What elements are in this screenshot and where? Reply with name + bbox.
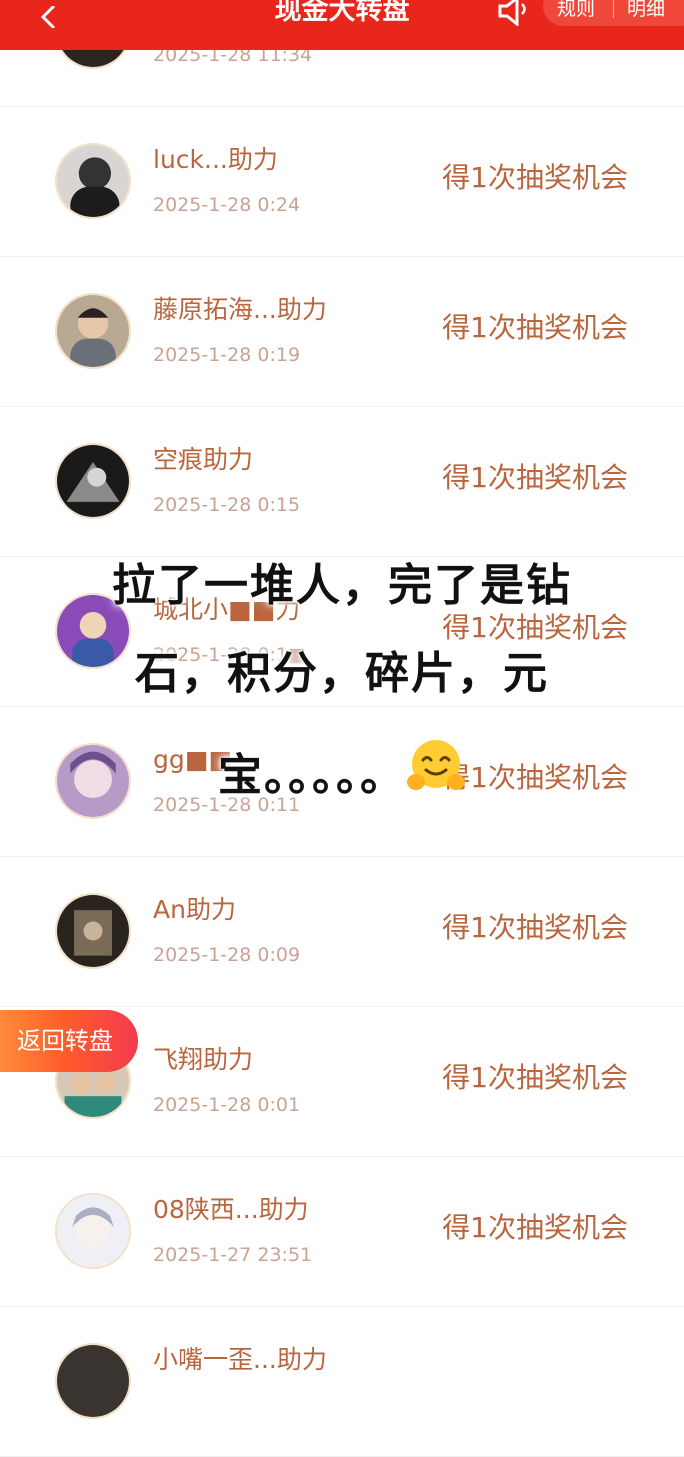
avatar — [55, 1193, 131, 1269]
speaker-icon[interactable] — [497, 0, 531, 26]
assist-time: 2025-1-28 0:09 — [153, 944, 301, 966]
list-item: 空痕助力 2025-1-28 0:15 得1次抽奖机会 — [0, 407, 684, 557]
caption-line-3: 宝。。。。。 — [60, 738, 624, 800]
list-item: luck...助力 2025-1-28 0:24 得1次抽奖机会 — [0, 107, 684, 257]
reward-text: 得1次抽奖机会 — [442, 161, 628, 194]
helper-name: 小嘴一歪...助力 — [153, 1345, 327, 1374]
hugging-face-emoji-icon — [407, 740, 465, 790]
caption-overlay: 拉了一堆人，完了是钻 石，积分，碎片，元 宝。。。。。 — [60, 562, 624, 840]
avatar — [55, 1343, 131, 1419]
helper-name: An助力 — [153, 895, 236, 924]
list-item: 藤原拓海...助力 2025-1-28 0:19 得1次抽奖机会 — [0, 257, 684, 407]
pill-divider — [613, 0, 614, 18]
detail-button[interactable]: 明细 — [627, 0, 665, 20]
list-item: 小嘴一歪...助力 — [0, 1307, 684, 1457]
reward-text: 得1次抽奖机会 — [442, 911, 628, 944]
caption-line-1: 拉了一堆人，完了是钻 — [112, 560, 572, 611]
avatar — [55, 143, 131, 219]
assist-time: 2025-1-28 0:01 — [153, 1094, 301, 1116]
rules-detail-pill: 规则 明细 — [543, 0, 684, 26]
rules-button[interactable]: 规则 — [557, 0, 595, 20]
helper-name: 藤原拓海...助力 — [153, 295, 327, 324]
return-to-wheel-button[interactable]: 返回转盘 — [0, 1010, 138, 1072]
helper-name: 飞翔助力 — [153, 1045, 254, 1074]
list-item: An助力 2025-1-28 0:09 得1次抽奖机会 — [0, 857, 684, 1007]
helper-name: luck...助力 — [153, 145, 278, 174]
assist-time: 2025-1-28 0:15 — [153, 494, 301, 516]
reward-text: 得1次抽奖机会 — [442, 1061, 628, 1094]
list-item: 08陕西...助力 2025-1-27 23:51 得1次抽奖机会 — [0, 1157, 684, 1307]
avatar — [55, 443, 131, 519]
helper-name: 08陕西...助力 — [153, 1195, 309, 1224]
assist-time: 2025-1-28 0:19 — [153, 344, 301, 366]
avatar — [55, 893, 131, 969]
helper-name: 空痕助力 — [153, 445, 254, 474]
assist-time: 2025-1-28 0:24 — [153, 194, 301, 216]
reward-text: 得1次抽奖机会 — [442, 311, 628, 344]
reward-text: 得1次抽奖机会 — [442, 461, 628, 494]
assist-time: 2025-1-27 23:51 — [153, 1244, 313, 1266]
caption-line-3-text: 宝。。。。。 — [218, 750, 406, 801]
avatar — [55, 293, 131, 369]
reward-text: 得1次抽奖机会 — [442, 1211, 628, 1244]
caption-line-2: 石，积分，碎片，元 — [135, 648, 549, 699]
top-bar: 现金大转盘 规则 明细 — [0, 0, 684, 50]
